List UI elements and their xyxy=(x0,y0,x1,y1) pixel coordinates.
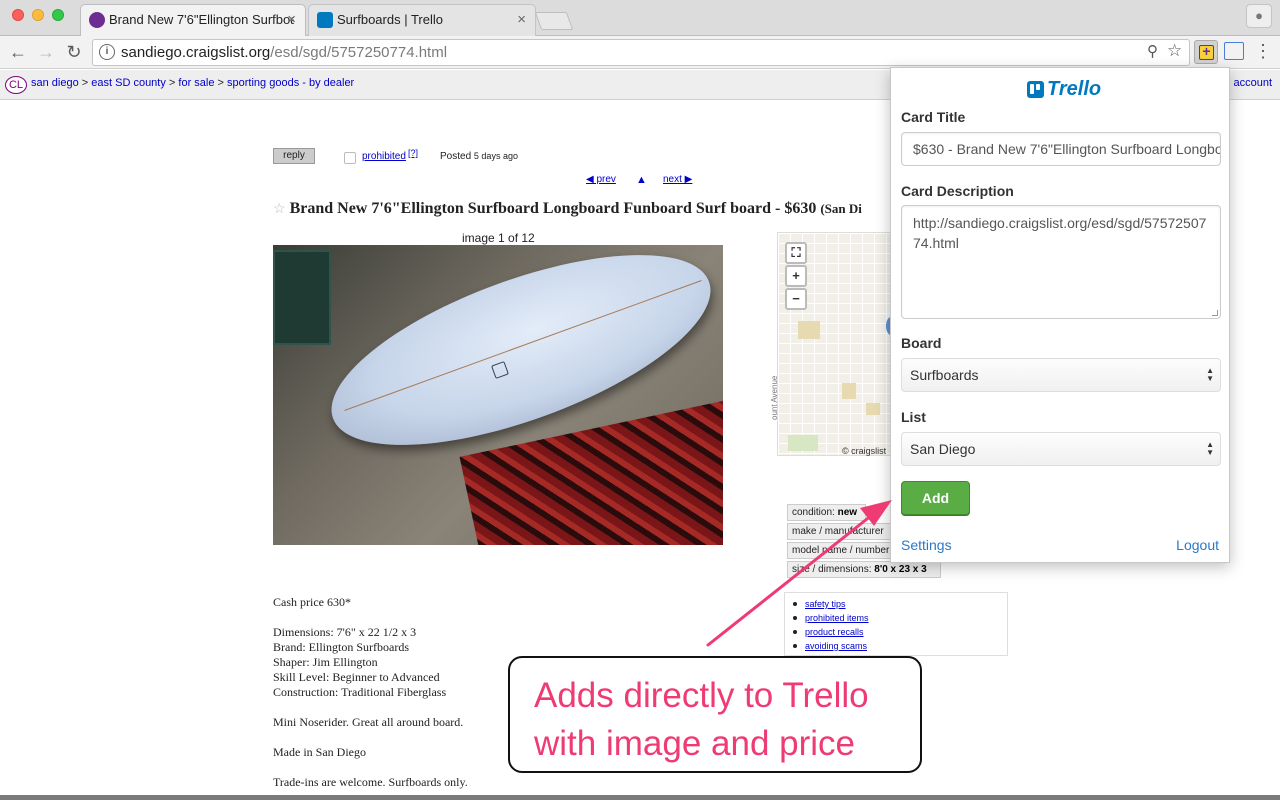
trello-logo-icon xyxy=(1027,81,1044,98)
up-link[interactable]: ▲ xyxy=(636,174,647,186)
map-zoom-in-button[interactable]: + xyxy=(785,265,807,287)
zoom-icon[interactable]: ⚲ xyxy=(1147,42,1158,60)
listing-photo[interactable] xyxy=(273,245,723,545)
minimize-window-button[interactable] xyxy=(32,9,44,21)
description-line: Dimensions: 7'6" x 22 1/2 x 3 xyxy=(273,625,417,639)
address-bar[interactable]: i sandiego.craigslist.org/esd/sgd/575725… xyxy=(92,39,1190,66)
tab-close-icon[interactable]: × xyxy=(287,5,296,35)
trello-popup: Trello Card Title $630 - Brand New 7'6"E… xyxy=(890,67,1230,563)
breadcrumb-link[interactable]: san diego xyxy=(31,77,79,89)
tab-strip: Brand New 7'6"Ellington Surfboard Longbo… xyxy=(0,0,1280,36)
card-title-label: Card Title xyxy=(901,109,966,125)
map-street-label: ount Avenue xyxy=(770,375,779,420)
description-line: Brand: Ellington Surfboards xyxy=(273,640,409,654)
description-line: Trade-ins are welcome. Surfboards only. xyxy=(273,775,468,789)
breadcrumb-link[interactable]: for sale xyxy=(178,77,214,89)
attr-model: model name / number xyxy=(787,542,897,559)
add-card-button[interactable]: Add xyxy=(901,481,970,515)
prohibited-help-link[interactable]: [?] xyxy=(408,148,418,158)
posting-title: ☆ Brand New 7'6"Ellington Surfboard Long… xyxy=(273,200,862,217)
card-title-input[interactable]: $630 - Brand New 7'6"Ellington Surfboard… xyxy=(901,132,1221,166)
logout-link[interactable]: Logout xyxy=(1176,537,1219,553)
safety-link[interactable]: safety tips xyxy=(793,597,1007,611)
description-line: Mini Noserider. Great all around board. xyxy=(273,715,464,729)
settings-link[interactable]: Settings xyxy=(901,537,952,553)
tab-title: Surfboards | Trello xyxy=(337,12,443,27)
maximize-window-button[interactable] xyxy=(52,9,64,21)
safety-links: safety tips prohibited items product rec… xyxy=(784,592,1008,656)
description-line: Cash price 630* xyxy=(273,595,351,609)
forward-arrow-icon[interactable]: → xyxy=(34,40,58,64)
breadcrumb: san diego > east SD county > for sale > … xyxy=(31,77,355,89)
tab-craigslist[interactable]: Brand New 7'6"Ellington Surfboard Longbo… xyxy=(80,4,306,36)
annotation-callout: Adds directly to Trello with image and p… xyxy=(508,656,922,773)
select-arrows-icon: ▲ ▼ xyxy=(1206,440,1214,457)
breadcrumb-link[interactable]: east SD county xyxy=(91,77,166,89)
image-counter: image 1 of 12 xyxy=(462,231,535,245)
menu-dots-icon[interactable]: ⋮ xyxy=(1254,40,1272,64)
account-link[interactable]: account xyxy=(1233,77,1272,89)
close-window-button[interactable] xyxy=(12,9,24,21)
profile-icon[interactable]: ● xyxy=(1246,4,1272,28)
url-text[interactable]: sandiego.craigslist.org/esd/sgd/57572507… xyxy=(121,43,447,63)
callout-line: with image and price xyxy=(534,724,855,763)
map-zoom-out-button[interactable]: − xyxy=(785,288,807,310)
posted-info: Posted 5 days ago xyxy=(440,151,518,162)
card-description-textarea[interactable]: http://sandiego.craigslist.org/esd/sgd/5… xyxy=(901,205,1221,319)
new-tab-button[interactable] xyxy=(534,12,574,30)
board-label: Board xyxy=(901,335,942,351)
resize-handle-icon[interactable] xyxy=(1212,310,1218,316)
description-line: Made in San Diego xyxy=(273,745,366,759)
description-line: Construction: Traditional Fiberglass xyxy=(273,685,447,699)
back-arrow-icon[interactable]: ← xyxy=(6,40,30,64)
prev-link[interactable]: ◀ prev xyxy=(586,174,616,185)
card-description-label: Card Description xyxy=(901,183,1014,199)
reply-button[interactable]: reply xyxy=(273,148,315,164)
callout-line: Adds directly to Trello xyxy=(534,676,869,715)
map-credit: © craigslist xyxy=(842,446,887,456)
safety-link[interactable]: avoiding scams xyxy=(793,639,1007,653)
trello-extension-icon[interactable]: + xyxy=(1194,40,1218,64)
prohibited-link[interactable]: prohibited xyxy=(362,151,406,162)
attr-make: make / manufacturer xyxy=(787,523,897,540)
prohibited-checkbox[interactable] xyxy=(344,152,356,164)
tab-trello[interactable]: Surfboards | Trello × xyxy=(308,4,536,36)
dock-strip xyxy=(0,795,1280,800)
bookmark-star-icon[interactable]: ☆ xyxy=(1167,41,1182,61)
tab-close-icon[interactable]: × xyxy=(517,5,526,35)
browser-toolbar: ← → ↻ i sandiego.craigslist.org/esd/sgd/… xyxy=(0,36,1280,69)
trello-favicon-icon xyxy=(317,12,333,28)
peace-favicon-icon xyxy=(89,12,105,28)
reload-icon[interactable]: ↻ xyxy=(62,40,86,64)
posting-location: (San Di xyxy=(820,201,862,216)
list-select[interactable]: San Diego ▲ ▼ xyxy=(901,432,1221,466)
list-label: List xyxy=(901,409,926,425)
next-link[interactable]: next ▶ xyxy=(663,174,692,185)
attr-size: size / dimensions: 8'0 x 23 x 3 xyxy=(787,561,941,578)
safety-link[interactable]: product recalls xyxy=(793,625,1007,639)
posted-age: 5 days ago xyxy=(473,151,518,161)
safety-link[interactable]: prohibited items xyxy=(793,611,1007,625)
cast-icon[interactable] xyxy=(1224,42,1244,60)
attr-condition: condition: new xyxy=(787,504,866,521)
select-arrows-icon: ▲ ▼ xyxy=(1206,366,1214,383)
info-icon[interactable]: i xyxy=(99,44,115,60)
board-select[interactable]: Surfboards ▲ ▼ xyxy=(901,358,1221,392)
description-line: Shaper: Jim Ellington xyxy=(273,655,378,669)
description-line: Skill Level: Beginner to Advanced xyxy=(273,670,440,684)
craigslist-logo[interactable]: CL xyxy=(5,76,27,94)
tab-title: Brand New 7'6"Ellington Surfboard Longbo… xyxy=(109,12,294,27)
map-fullscreen-button[interactable]: ⛶ xyxy=(785,242,807,264)
breadcrumb-link[interactable]: sporting goods - by dealer xyxy=(227,77,354,89)
favorite-star-icon[interactable]: ☆ xyxy=(273,202,286,217)
